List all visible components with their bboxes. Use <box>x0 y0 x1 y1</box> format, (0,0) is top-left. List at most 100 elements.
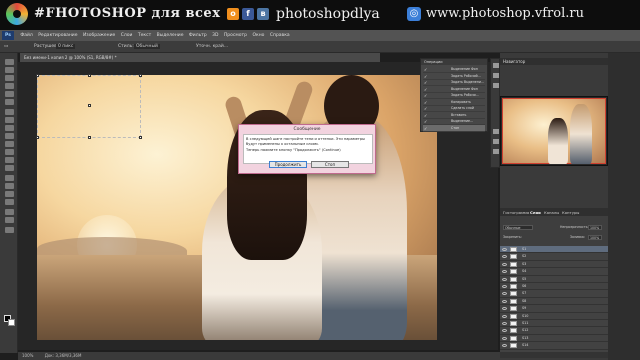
menu-item-edit[interactable]: Редактирование <box>36 30 79 38</box>
tab-histogram[interactable]: Гистограмма <box>503 210 529 215</box>
selection-handle[interactable] <box>36 74 39 77</box>
eye-icon[interactable] <box>502 344 507 348</box>
eraser-tool-icon[interactable] <box>5 141 14 147</box>
action-check-icon[interactable]: ✓ <box>424 113 427 118</box>
dodge-tool-icon[interactable] <box>5 165 14 171</box>
refine-edge-button[interactable]: Уточн. край... <box>196 44 228 49</box>
quick-select-tool-icon[interactable] <box>5 83 14 89</box>
navigator-panel-title[interactable]: Навигатор <box>500 58 608 65</box>
selection-handle[interactable] <box>139 74 142 77</box>
layer-row[interactable]: S11 <box>500 320 608 328</box>
selection-handle[interactable] <box>36 136 39 139</box>
layer-row[interactable]: S10 <box>500 313 608 320</box>
menu-item-file[interactable]: Файл <box>18 30 34 38</box>
action-row-selected[interactable]: ✓ Стоп <box>423 124 485 132</box>
layer-row[interactable]: S1 <box>500 246 608 254</box>
eye-icon[interactable] <box>502 270 507 274</box>
odnoklassniki-icon[interactable]: о <box>227 8 239 20</box>
selection-marquee[interactable] <box>36 74 142 139</box>
action-check-icon[interactable]: ✓ <box>424 119 427 124</box>
eye-icon[interactable] <box>502 285 507 288</box>
eye-icon[interactable] <box>502 299 507 303</box>
hand-tool-icon[interactable] <box>5 209 14 215</box>
menu-item-image[interactable]: Изображение <box>81 30 117 38</box>
eye-icon[interactable] <box>502 292 507 296</box>
menu-item-view[interactable]: Просмотр <box>222 30 249 38</box>
brush-tool-icon[interactable] <box>5 117 14 123</box>
action-check-icon[interactable]: ✓ <box>424 106 427 111</box>
type-tool-icon[interactable] <box>5 183 14 189</box>
eyedropper-tool-icon[interactable] <box>5 99 14 105</box>
lasso-tool-icon[interactable] <box>5 75 14 81</box>
layer-row[interactable]: S12 <box>500 327 608 335</box>
eye-icon[interactable] <box>502 307 507 311</box>
layer-row[interactable]: S5 <box>500 276 608 283</box>
brush-panel-icon[interactable] <box>493 83 499 88</box>
selection-handle[interactable] <box>88 74 91 77</box>
selection-handle[interactable] <box>88 136 91 139</box>
menu-item-help[interactable]: Справка <box>268 30 292 38</box>
actions-panel-icon[interactable] <box>493 73 499 78</box>
blur-tool-icon[interactable] <box>5 157 14 163</box>
adjustments-panel-icon[interactable] <box>493 129 499 134</box>
crop-tool-icon[interactable] <box>5 91 14 97</box>
pen-tool-icon[interactable] <box>5 175 14 181</box>
vk-icon[interactable]: в <box>257 8 269 20</box>
stop-button[interactable]: Стоп <box>311 161 349 168</box>
menu-item-type[interactable]: Текст <box>136 30 153 38</box>
tab-paths[interactable]: Контуры <box>562 210 579 215</box>
layer-row[interactable]: S6 <box>500 283 608 291</box>
menu-item-layer[interactable]: Слои <box>119 30 135 38</box>
feather-input[interactable]: 0 пикс <box>56 44 76 49</box>
eye-icon[interactable] <box>502 314 507 318</box>
fill-input[interactable]: 100% <box>588 235 602 240</box>
marquee-tool-icon[interactable]: ▭ <box>4 44 8 49</box>
healing-tool-icon[interactable] <box>5 109 14 115</box>
eye-icon[interactable] <box>502 248 507 251</box>
site-url[interactable]: www.photoshop.vfrol.ru <box>426 6 584 21</box>
eye-icon[interactable] <box>502 329 507 333</box>
action-check-icon[interactable]: ✓ <box>424 126 427 131</box>
selection-handle[interactable] <box>88 104 91 107</box>
continue-button[interactable]: Продолжить <box>269 161 307 168</box>
menu-item-3d[interactable]: 3D <box>210 30 220 38</box>
marquee-tool-icon[interactable] <box>5 67 14 73</box>
clone-stamp-tool-icon[interactable] <box>5 125 14 131</box>
layer-row[interactable]: S4 <box>500 268 608 276</box>
path-select-tool-icon[interactable] <box>5 191 14 197</box>
properties-panel-icon[interactable] <box>493 149 499 154</box>
styles-panel-icon[interactable] <box>493 139 499 144</box>
layer-row[interactable]: S14 <box>500 342 608 350</box>
facebook-icon[interactable]: f <box>242 8 254 20</box>
history-panel-icon[interactable] <box>493 63 499 68</box>
history-brush-tool-icon[interactable] <box>5 133 14 139</box>
selection-handle[interactable] <box>139 136 142 139</box>
action-check-icon[interactable]: ✓ <box>424 100 427 105</box>
more-tools-icon[interactable] <box>5 227 14 233</box>
eye-icon[interactable] <box>502 262 507 266</box>
move-tool-icon[interactable] <box>5 59 14 65</box>
action-check-icon[interactable]: ✓ <box>424 93 427 98</box>
eye-icon[interactable] <box>502 277 507 281</box>
document-tab[interactable]: Без имени-1 копия 2 @ 100% (S1, RGB/8#) … <box>20 53 380 62</box>
action-check-icon[interactable]: ✓ <box>424 87 427 92</box>
blend-mode-select[interactable]: Обычные <box>503 225 533 230</box>
action-check-icon[interactable]: ✓ <box>424 74 427 79</box>
layer-row[interactable]: S3 <box>500 261 608 269</box>
tab-channels[interactable]: Каналы <box>544 210 559 215</box>
eye-icon[interactable] <box>502 336 507 340</box>
layer-row[interactable]: S9 <box>500 305 608 313</box>
gradient-tool-icon[interactable] <box>5 149 14 155</box>
menu-item-window[interactable]: Окно <box>250 30 266 38</box>
eye-icon[interactable] <box>502 322 507 325</box>
layer-row[interactable]: S13 <box>500 335 608 343</box>
zoom-tool-icon[interactable] <box>5 217 14 223</box>
action-check-icon[interactable]: ✓ <box>424 80 427 85</box>
layer-row[interactable]: S8 <box>500 298 608 306</box>
zoom-level[interactable]: 100% <box>22 353 33 358</box>
actions-panel-title[interactable]: Операции <box>421 59 487 65</box>
layer-row[interactable]: S2 <box>500 253 608 261</box>
shape-tool-icon[interactable] <box>5 199 14 205</box>
background-color-swatch[interactable] <box>8 319 15 326</box>
eye-icon[interactable] <box>502 255 507 259</box>
